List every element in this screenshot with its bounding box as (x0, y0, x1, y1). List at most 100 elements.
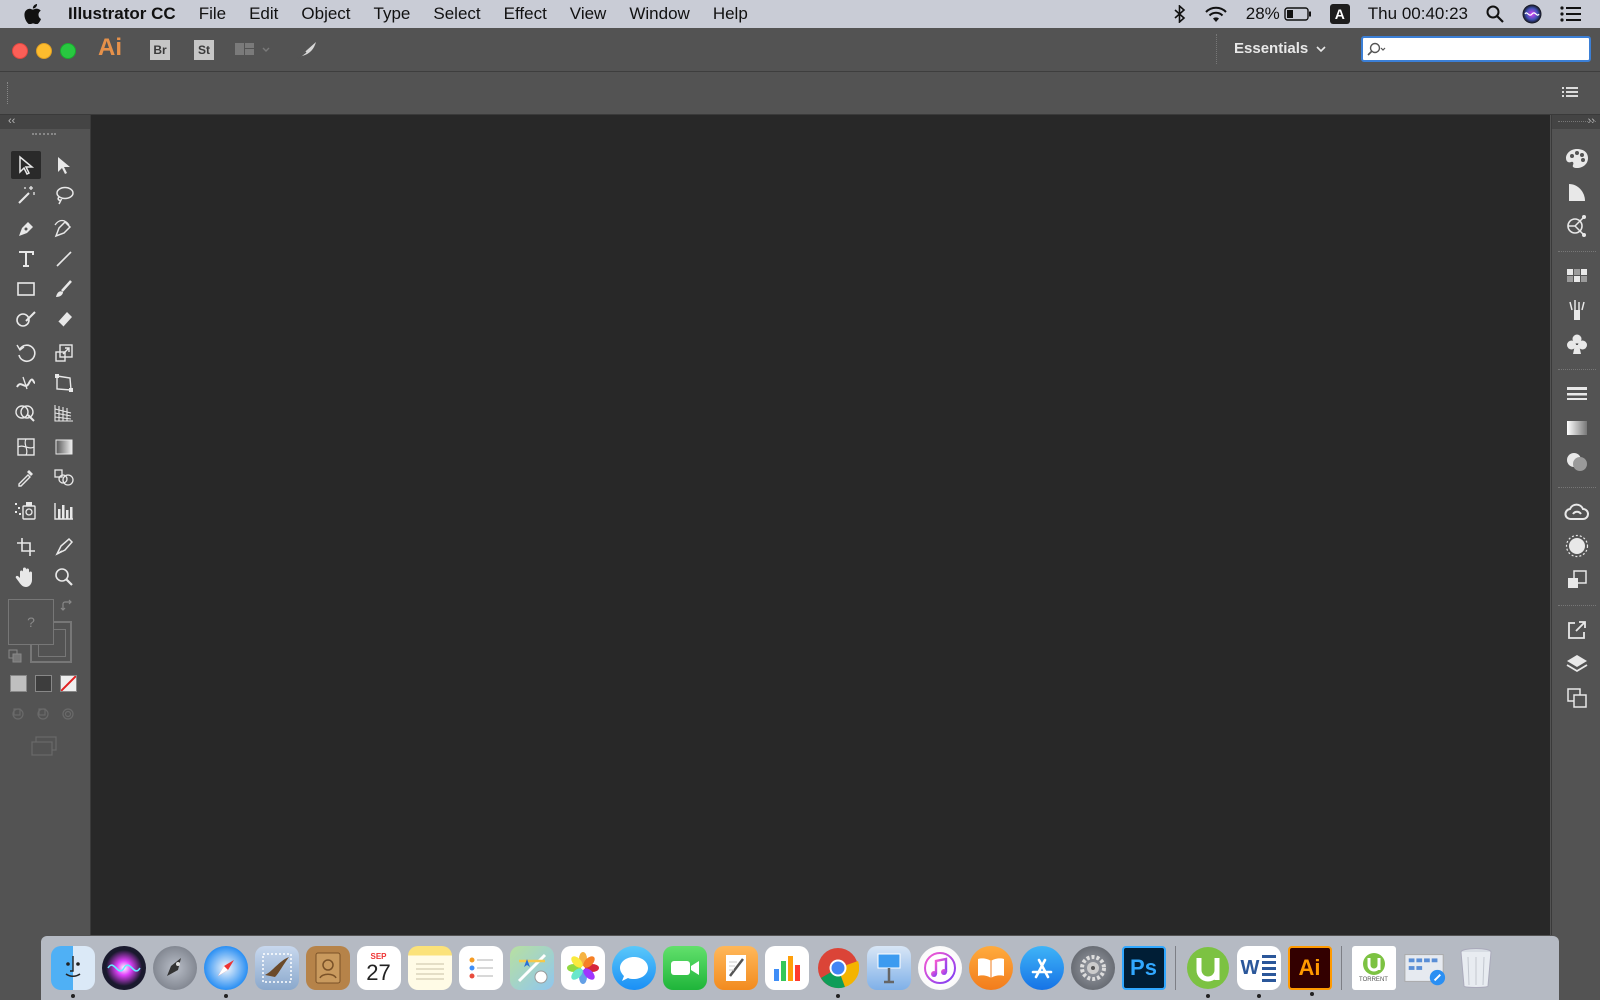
swatches-panel-icon[interactable] (1564, 263, 1590, 289)
help-search-box[interactable] (1361, 36, 1591, 62)
panel-dock-collapse[interactable]: ›› (1552, 115, 1600, 129)
document-canvas[interactable] (91, 115, 1550, 935)
spotlight-search-icon[interactable] (1486, 5, 1504, 23)
keynote-icon[interactable] (866, 946, 911, 990)
artboards-panel-icon[interactable] (1564, 685, 1590, 711)
libraries-panel-icon[interactable] (1564, 499, 1590, 525)
artboard-tool-icon[interactable] (11, 533, 41, 561)
ibooks-icon[interactable] (968, 946, 1013, 990)
close-window-button[interactable] (12, 43, 28, 59)
zoom-tool-icon[interactable] (49, 563, 79, 591)
apple-menu-icon[interactable] (24, 4, 46, 24)
brushes-panel-icon[interactable] (1564, 297, 1590, 323)
perspective-grid-tool-icon[interactable] (49, 399, 79, 427)
trash-icon[interactable] (1454, 946, 1498, 990)
default-fill-stroke-icon[interactable] (8, 649, 22, 668)
torrent-file-icon[interactable]: TORRENT (1351, 946, 1396, 990)
wifi-icon[interactable] (1204, 5, 1228, 23)
control-bar-grip[interactable] (7, 82, 10, 104)
illustrator-dock-icon[interactable]: Ai (1287, 946, 1332, 996)
eyedropper-tool-icon[interactable] (11, 463, 41, 491)
swap-fill-stroke-icon[interactable] (60, 599, 74, 618)
layers-panel-icon[interactable] (1564, 651, 1590, 677)
menu-file[interactable]: File (199, 4, 226, 24)
lasso-tool-icon[interactable] (49, 181, 79, 209)
zoom-window-button[interactable] (60, 43, 76, 59)
column-graph-tool-icon[interactable] (49, 497, 79, 525)
safari-icon[interactable] (203, 946, 248, 998)
menu-view[interactable]: View (570, 4, 607, 24)
slice-tool-icon[interactable] (49, 533, 79, 561)
transparency-panel-icon[interactable] (1564, 449, 1590, 475)
battery-icon[interactable] (1284, 7, 1312, 21)
reminders-icon[interactable] (458, 946, 503, 990)
draw-normal-icon[interactable] (10, 705, 78, 728)
shape-builder-tool-icon[interactable] (11, 399, 41, 427)
paintbrush-tool-icon[interactable] (49, 275, 79, 303)
rotate-tool-icon[interactable] (11, 339, 41, 367)
pages-icon[interactable] (713, 946, 758, 990)
curvature-tool-icon[interactable] (49, 215, 79, 243)
bluetooth-icon[interactable] (1174, 5, 1186, 23)
gradient-panel-icon[interactable] (1564, 415, 1590, 441)
control-bar-menu-icon[interactable] (1562, 85, 1578, 104)
recolor-artwork-panel-icon[interactable] (1564, 213, 1590, 239)
clock[interactable]: Thu 00:40:23 (1368, 4, 1468, 24)
gradient-mode-button[interactable] (35, 675, 52, 692)
line-segment-tool-icon[interactable] (49, 245, 79, 273)
eraser-tool-icon[interactable] (49, 305, 79, 333)
microsoft-word-icon[interactable]: W (1236, 946, 1281, 998)
launchpad-icon[interactable] (152, 946, 197, 990)
workspace-switcher[interactable]: Essentials (1234, 40, 1326, 57)
menu-help[interactable]: Help (713, 4, 748, 24)
graphic-styles-panel-icon[interactable] (1564, 567, 1590, 593)
hand-tool-icon[interactable] (11, 563, 41, 591)
mesh-tool-icon[interactable] (11, 433, 41, 461)
stock-button[interactable]: St (194, 40, 214, 60)
system-preferences-icon[interactable] (1070, 946, 1115, 990)
maps-icon[interactable] (509, 946, 554, 990)
stroke-panel-icon[interactable] (1564, 381, 1590, 407)
type-tool-icon[interactable] (11, 245, 41, 273)
blend-tool-icon[interactable] (49, 463, 79, 491)
minimize-window-button[interactable] (36, 43, 52, 59)
input-source-icon[interactable]: A (1329, 4, 1350, 24)
downloads-stack-icon[interactable] (1403, 946, 1447, 990)
shaper-tool-icon[interactable] (11, 305, 41, 333)
photoshop-icon[interactable]: Ps (1121, 946, 1166, 990)
help-search-input[interactable] (1387, 40, 1571, 58)
rectangle-tool-icon[interactable] (11, 275, 41, 303)
finder-icon[interactable] (50, 946, 95, 998)
width-tool-icon[interactable] (11, 369, 41, 397)
photos-icon[interactable] (560, 946, 605, 990)
export-assets-panel-icon[interactable] (1564, 617, 1590, 643)
free-transform-tool-icon[interactable] (49, 369, 79, 397)
fill-swatch[interactable]: ? (8, 599, 54, 645)
mail-icon[interactable] (254, 946, 299, 990)
tools-panel-grip[interactable] (32, 133, 56, 139)
pen-tool-icon[interactable] (11, 215, 41, 243)
arrange-documents-icon[interactable] (234, 42, 274, 63)
menu-edit[interactable]: Edit (249, 4, 278, 24)
siri-dock-icon[interactable] (101, 946, 146, 990)
color-mode-button[interactable] (10, 675, 27, 692)
menu-window[interactable]: Window (629, 4, 689, 24)
contacts-icon[interactable] (305, 946, 350, 990)
app-store-icon[interactable] (1019, 946, 1064, 990)
messages-icon[interactable] (611, 946, 656, 990)
tools-panel-collapse[interactable]: ‹‹ (0, 115, 90, 129)
siri-icon[interactable] (1522, 4, 1542, 24)
menu-effect[interactable]: Effect (504, 4, 547, 24)
scale-tool-icon[interactable] (49, 339, 79, 367)
publish-feather-icon[interactable] (296, 40, 320, 65)
menu-select[interactable]: Select (433, 4, 480, 24)
app-menu-illustrator[interactable]: Illustrator CC (68, 4, 176, 24)
direct-selection-tool-icon[interactable] (49, 151, 79, 179)
chrome-icon[interactable] (816, 946, 860, 998)
notes-icon[interactable] (407, 946, 452, 990)
gradient-tool-icon[interactable] (49, 433, 79, 461)
color-guide-panel-icon[interactable] (1564, 179, 1590, 205)
none-mode-button[interactable] (60, 675, 77, 692)
numbers-icon[interactable] (764, 946, 809, 990)
menu-object[interactable]: Object (301, 4, 350, 24)
